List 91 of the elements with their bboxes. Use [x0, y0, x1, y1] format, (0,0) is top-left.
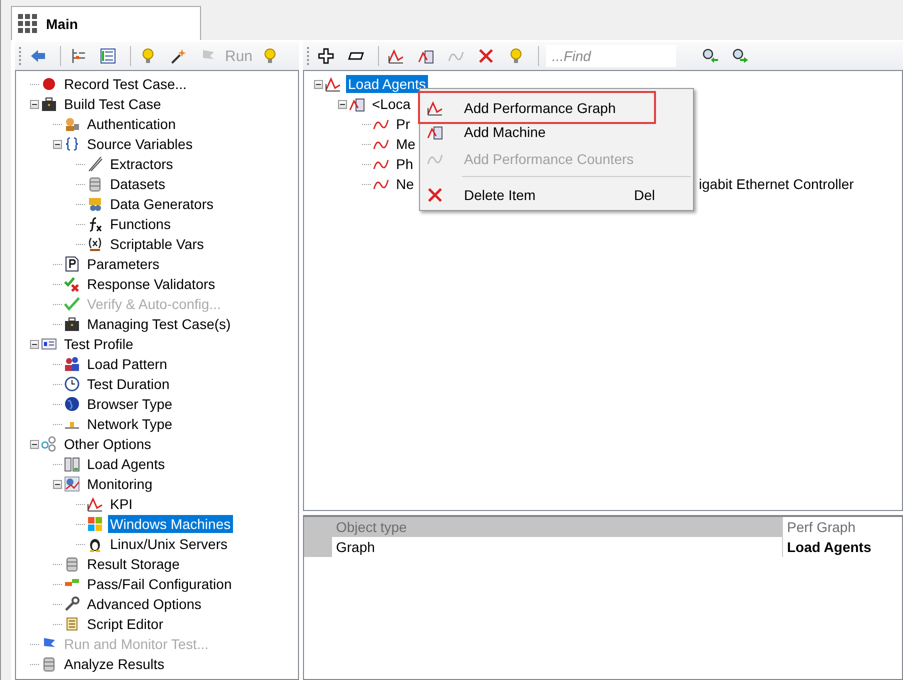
- back-arrow-icon: [30, 48, 46, 64]
- tree-item[interactable]: <Loca: [370, 95, 413, 113]
- collapse-toggle[interactable]: [30, 340, 39, 348]
- briefcase-icon: [41, 96, 57, 112]
- chart-icon: [325, 76, 341, 92]
- menu-item[interactable]: Delete Item Del: [420, 181, 693, 208]
- function-icon: [87, 216, 103, 232]
- machine-chart-icon: [349, 96, 365, 112]
- tree-item[interactable]: Network Type: [85, 415, 174, 433]
- check-icon: [64, 296, 80, 312]
- grid-icon: [18, 14, 37, 33]
- tree-item[interactable]: Result Storage: [85, 555, 182, 573]
- database-icon: [64, 556, 80, 572]
- menu-item[interactable]: Add Performance Graph: [418, 91, 656, 124]
- rings-icon: [41, 436, 57, 452]
- close-icon: [427, 186, 443, 202]
- gear-chart-icon: [64, 476, 80, 492]
- tree-item[interactable]: Managing Test Case(s): [85, 315, 233, 333]
- tree-item[interactable]: Load Pattern: [85, 355, 170, 373]
- list-icon: [100, 48, 116, 64]
- people-icon: [64, 356, 80, 372]
- collapse-toggle[interactable]: [30, 100, 39, 108]
- collapse-toggle[interactable]: [338, 100, 347, 108]
- tree-item[interactable]: Record Test Case...: [62, 75, 189, 93]
- lightbulb-icon: [140, 48, 156, 64]
- tree-item[interactable]: Build Test Case: [62, 95, 164, 113]
- windows-logo-icon: [87, 516, 103, 532]
- tree-item[interactable]: KPI: [108, 495, 135, 513]
- tree-item[interactable]: Source Variables: [85, 135, 195, 153]
- clock-icon: [64, 376, 80, 392]
- tree-item[interactable]: Ph: [394, 155, 416, 173]
- penguin-icon: [87, 536, 103, 552]
- servers-icon: [64, 456, 80, 472]
- tree-item[interactable]: Parameters: [85, 255, 162, 273]
- braces-icon: [64, 136, 80, 152]
- tree-item[interactable]: Functions: [108, 215, 173, 233]
- check-cross-icon: [64, 276, 80, 292]
- database-icon: [87, 176, 103, 192]
- person-icon: [64, 116, 80, 132]
- scroll-icon: [64, 616, 80, 632]
- chart-icon: [87, 496, 103, 512]
- tree-item[interactable]: Load Agents: [346, 75, 428, 93]
- tree-item[interactable]: Scriptable Vars: [108, 235, 206, 253]
- collapse-toggle[interactable]: [53, 140, 62, 148]
- card-icon: [41, 336, 57, 352]
- record-icon: [41, 76, 57, 92]
- tree-item-text: igabit Ethernet Controller: [698, 176, 854, 192]
- main-tab[interactable]: Main: [11, 6, 201, 40]
- search-next-icon: [732, 48, 748, 64]
- tree-item[interactable]: Me: [394, 135, 418, 153]
- tree-item[interactable]: Test Duration: [85, 375, 172, 393]
- lightbulb-icon: [508, 48, 524, 64]
- tree-item[interactable]: Extractors: [108, 155, 176, 173]
- briefcase-icon: [64, 316, 80, 332]
- tree-item[interactable]: Browser Type: [85, 395, 174, 413]
- tree-item[interactable]: Linux/Unix Servers: [108, 535, 230, 553]
- lightbulb-icon: [262, 48, 278, 64]
- wrench-icon: [64, 596, 80, 612]
- collapse-toggle[interactable]: [30, 440, 39, 448]
- search-previous-icon: [702, 48, 718, 64]
- tree-item[interactable]: Ne: [394, 175, 416, 193]
- tree-item[interactable]: Advanced Options: [85, 595, 204, 613]
- tree-item[interactable]: Analyze Results: [62, 655, 166, 673]
- machine-chart-icon: [418, 48, 434, 64]
- globe-icon: [64, 396, 80, 412]
- tree-item[interactable]: Pass/Fail Configuration: [85, 575, 234, 593]
- database-icon: [41, 656, 57, 672]
- tree-item[interactable]: Response Validators: [85, 275, 218, 293]
- machine-chart-icon: [427, 124, 443, 140]
- tree-item[interactable]: Monitoring: [85, 475, 154, 493]
- tree-item[interactable]: Pr: [394, 115, 412, 133]
- document-icon: [64, 256, 80, 272]
- collapse-toggle[interactable]: [314, 80, 323, 88]
- tree-item[interactable]: Windows Machines: [108, 515, 233, 533]
- tree-item[interactable]: Load Agents: [85, 455, 167, 473]
- close-icon: [478, 48, 494, 64]
- tree-item[interactable]: Authentication: [85, 115, 178, 133]
- chart-icon: [427, 100, 443, 116]
- tree-item[interactable]: Script Editor: [85, 615, 166, 633]
- tree-item[interactable]: Data Generators: [108, 195, 216, 213]
- magic-wand-icon: [170, 48, 186, 64]
- collapse-toggle[interactable]: [53, 480, 62, 488]
- variable-icon: [87, 236, 103, 252]
- tree-item[interactable]: Datasets: [108, 175, 168, 193]
- tree-item[interactable]: Other Options: [62, 435, 154, 453]
- property-header: Perf Graph: [782, 517, 902, 537]
- tree-item[interactable]: Test Profile: [62, 335, 136, 353]
- chart-icon: [388, 48, 404, 64]
- plus-icon: [318, 48, 334, 64]
- tree-view-icon: [70, 48, 86, 64]
- find-field[interactable]: ...Find: [546, 45, 676, 67]
